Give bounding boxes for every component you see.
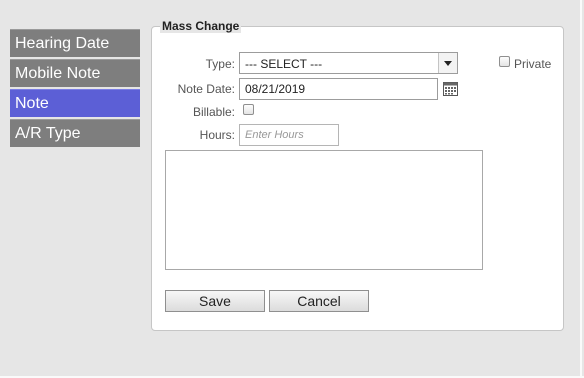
- billable-checkbox[interactable]: [243, 104, 254, 115]
- note-date-label: Note Date:: [177, 82, 235, 96]
- hours-label: Hours:: [199, 128, 235, 142]
- calendar-icon[interactable]: [443, 82, 458, 96]
- private-checkbox[interactable]: [499, 56, 510, 67]
- sidebar: Hearing Date Mobile Note Note A/R Type: [10, 29, 140, 149]
- window-edge-right: [580, 0, 582, 378]
- sidebar-item-ar-type[interactable]: A/R Type: [10, 119, 140, 147]
- billable-label: Billable:: [192, 105, 235, 119]
- note-date-input[interactable]: [239, 78, 438, 100]
- note-textarea[interactable]: [165, 150, 483, 270]
- panel-legend: Mass Change: [160, 19, 242, 33]
- save-button[interactable]: Save: [165, 290, 265, 312]
- sidebar-item-mobile-note[interactable]: Mobile Note: [10, 59, 140, 87]
- hours-input[interactable]: [239, 124, 339, 146]
- type-select-value: --- SELECT ---: [245, 57, 323, 71]
- sidebar-item-note[interactable]: Note: [10, 89, 140, 117]
- sidebar-item-hearing-date[interactable]: Hearing Date: [10, 29, 140, 57]
- cancel-button[interactable]: Cancel: [269, 290, 369, 312]
- private-label: Private: [514, 57, 552, 71]
- chevron-down-icon: [444, 61, 452, 66]
- type-label: Type:: [205, 57, 235, 71]
- type-select[interactable]: --- SELECT ---: [239, 52, 458, 74]
- type-select-toggle[interactable]: [438, 53, 457, 73]
